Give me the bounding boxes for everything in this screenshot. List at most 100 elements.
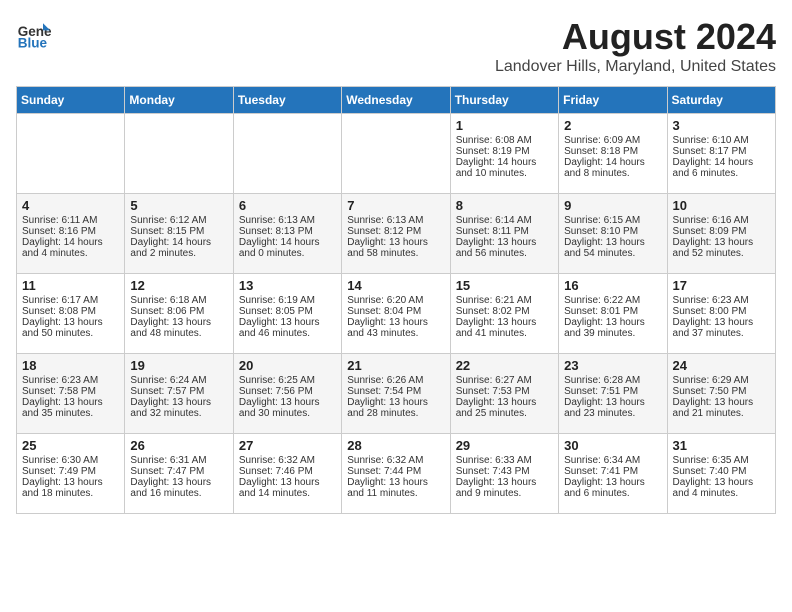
header-row: SundayMondayTuesdayWednesdayThursdayFrid… [17,87,776,114]
day-number: 15 [456,278,553,293]
logo-icon: General Blue [16,16,52,52]
day-number: 20 [239,358,336,373]
sunset-text: Sunset: 8:18 PM [564,146,638,157]
day-number: 27 [239,438,336,453]
calendar-cell: 28Sunrise: 6:32 AMSunset: 7:44 PMDayligh… [342,434,450,514]
sunrise-text: Sunrise: 6:13 AM [239,215,315,226]
daylight-text: Daylight: 13 hours and 25 minutes. [456,397,537,419]
sunrise-text: Sunrise: 6:15 AM [564,215,640,226]
sunset-text: Sunset: 8:12 PM [347,226,421,237]
sunset-text: Sunset: 7:54 PM [347,386,421,397]
calendar-cell: 12Sunrise: 6:18 AMSunset: 8:06 PMDayligh… [125,274,233,354]
calendar-cell: 7Sunrise: 6:13 AMSunset: 8:12 PMDaylight… [342,194,450,274]
sunset-text: Sunset: 8:05 PM [239,306,313,317]
sunrise-text: Sunrise: 6:26 AM [347,375,423,386]
calendar-cell: 16Sunrise: 6:22 AMSunset: 8:01 PMDayligh… [559,274,667,354]
sunrise-text: Sunrise: 6:23 AM [22,375,98,386]
calendar-cell: 11Sunrise: 6:17 AMSunset: 8:08 PMDayligh… [17,274,125,354]
sunrise-text: Sunrise: 6:27 AM [456,375,532,386]
daylight-text: Daylight: 14 hours and 6 minutes. [673,157,754,179]
calendar-table: SundayMondayTuesdayWednesdayThursdayFrid… [16,86,776,514]
daylight-text: Daylight: 13 hours and 50 minutes. [22,317,103,339]
calendar-body: 1Sunrise: 6:08 AMSunset: 8:19 PMDaylight… [17,114,776,514]
day-number: 9 [564,198,661,213]
sunrise-text: Sunrise: 6:17 AM [22,295,98,306]
sunrise-text: Sunrise: 6:30 AM [22,455,98,466]
day-number: 17 [673,278,770,293]
location-title: Landover Hills, Maryland, United States [495,58,776,76]
calendar-cell: 24Sunrise: 6:29 AMSunset: 7:50 PMDayligh… [667,354,775,434]
sunrise-text: Sunrise: 6:12 AM [130,215,206,226]
sunrise-text: Sunrise: 6:25 AM [239,375,315,386]
sunrise-text: Sunrise: 6:31 AM [130,455,206,466]
calendar-cell: 18Sunrise: 6:23 AMSunset: 7:58 PMDayligh… [17,354,125,434]
sunrise-text: Sunrise: 6:32 AM [347,455,423,466]
day-number: 22 [456,358,553,373]
daylight-text: Daylight: 13 hours and 58 minutes. [347,237,428,259]
sunrise-text: Sunrise: 6:28 AM [564,375,640,386]
sunset-text: Sunset: 7:41 PM [564,466,638,477]
sunrise-text: Sunrise: 6:24 AM [130,375,206,386]
sunrise-text: Sunrise: 6:09 AM [564,135,640,146]
svg-text:Blue: Blue [18,36,48,51]
daylight-text: Daylight: 13 hours and 54 minutes. [564,237,645,259]
title-area: August 2024 Landover Hills, Maryland, Un… [495,16,776,76]
calendar-cell: 25 Sunrise: 6:30 AMSunset: 7:49 PMDayligh… [17,434,125,514]
calendar-cell: 5Sunrise: 6:12 AMSunset: 8:15 PMDaylight… [125,194,233,274]
day-number: 1 [456,118,553,133]
calendar-week-row: 11Sunrise: 6:17 AMSunset: 8:08 PMDayligh… [17,274,776,354]
daylight-text: Daylight: 13 hours and 18 minutes. [22,477,103,499]
calendar-cell: 20Sunrise: 6:25 AMSunset: 7:56 PMDayligh… [233,354,341,434]
daylight-text: Daylight: 13 hours and 21 minutes. [673,397,754,419]
day-number: 30 [564,438,661,453]
daylight-text: Daylight: 13 hours and 23 minutes. [564,397,645,419]
logo: General Blue [16,16,52,52]
calendar-week-row: 4Sunrise: 6:11 AMSunset: 8:16 PMDaylight… [17,194,776,274]
day-number: 18 [22,358,119,373]
month-title: August 2024 [495,16,776,58]
daylight-text: Daylight: 14 hours and 10 minutes. [456,157,537,179]
day-number: 3 [673,118,770,133]
daylight-text: Daylight: 13 hours and 48 minutes. [130,317,211,339]
sunrise-text: Sunrise: 6:16 AM [673,215,749,226]
daylight-text: Daylight: 14 hours and 8 minutes. [564,157,645,179]
day-of-week-header: Monday [125,87,233,114]
day-number: 11 [22,278,119,293]
calendar-cell: 15Sunrise: 6:21 AMSunset: 8:02 PMDayligh… [450,274,558,354]
day-number: 6 [239,198,336,213]
day-number: 19 [130,358,227,373]
calendar-cell [17,114,125,194]
sunset-text: Sunset: 8:10 PM [564,226,638,237]
calendar-cell: 30Sunrise: 6:34 AMSunset: 7:41 PMDayligh… [559,434,667,514]
sunrise-text: Sunrise: 6:20 AM [347,295,423,306]
sunset-text: Sunset: 7:46 PM [239,466,313,477]
day-number: 21 [347,358,444,373]
sunset-text: Sunset: 7:58 PM [22,386,96,397]
calendar-cell: 17Sunrise: 6:23 AMSunset: 8:00 PMDayligh… [667,274,775,354]
day-number: 31 [673,438,770,453]
sunrise-text: Sunrise: 6:33 AM [456,455,532,466]
day-number: 13 [239,278,336,293]
sunset-text: Sunset: 8:06 PM [130,306,204,317]
sunset-text: Sunset: 8:09 PM [673,226,747,237]
sunrise-text: Sunrise: 6:19 AM [239,295,315,306]
sunset-text: Sunset: 8:04 PM [347,306,421,317]
sunset-text: Sunset: 8:16 PM [22,226,96,237]
sunset-text: Sunset: 7:49 PM [22,466,96,477]
daylight-text: Daylight: 13 hours and 4 minutes. [673,477,754,499]
calendar-week-row: 1Sunrise: 6:08 AMSunset: 8:19 PMDaylight… [17,114,776,194]
day-number: 25 [22,438,119,453]
calendar-cell: 9 Sunrise: 6:15 AMSunset: 8:10 PMDaylight… [559,194,667,274]
day-number: 26 [130,438,227,453]
daylight-text: Daylight: 13 hours and 30 minutes. [239,397,320,419]
sunset-text: Sunset: 7:43 PM [456,466,530,477]
sunrise-text: Sunrise: 6:21 AM [456,295,532,306]
sunrise-text: Sunrise: 6:32 AM [239,455,315,466]
calendar-cell: 22Sunrise: 6:27 AMSunset: 7:53 PMDayligh… [450,354,558,434]
sunset-text: Sunset: 7:44 PM [347,466,421,477]
calendar-cell [125,114,233,194]
day-number: 2 [564,118,661,133]
sunset-text: Sunset: 8:13 PM [239,226,313,237]
daylight-text: Daylight: 13 hours and 28 minutes. [347,397,428,419]
calendar-cell: 23Sunrise: 6:28 AMSunset: 7:51 PMDayligh… [559,354,667,434]
